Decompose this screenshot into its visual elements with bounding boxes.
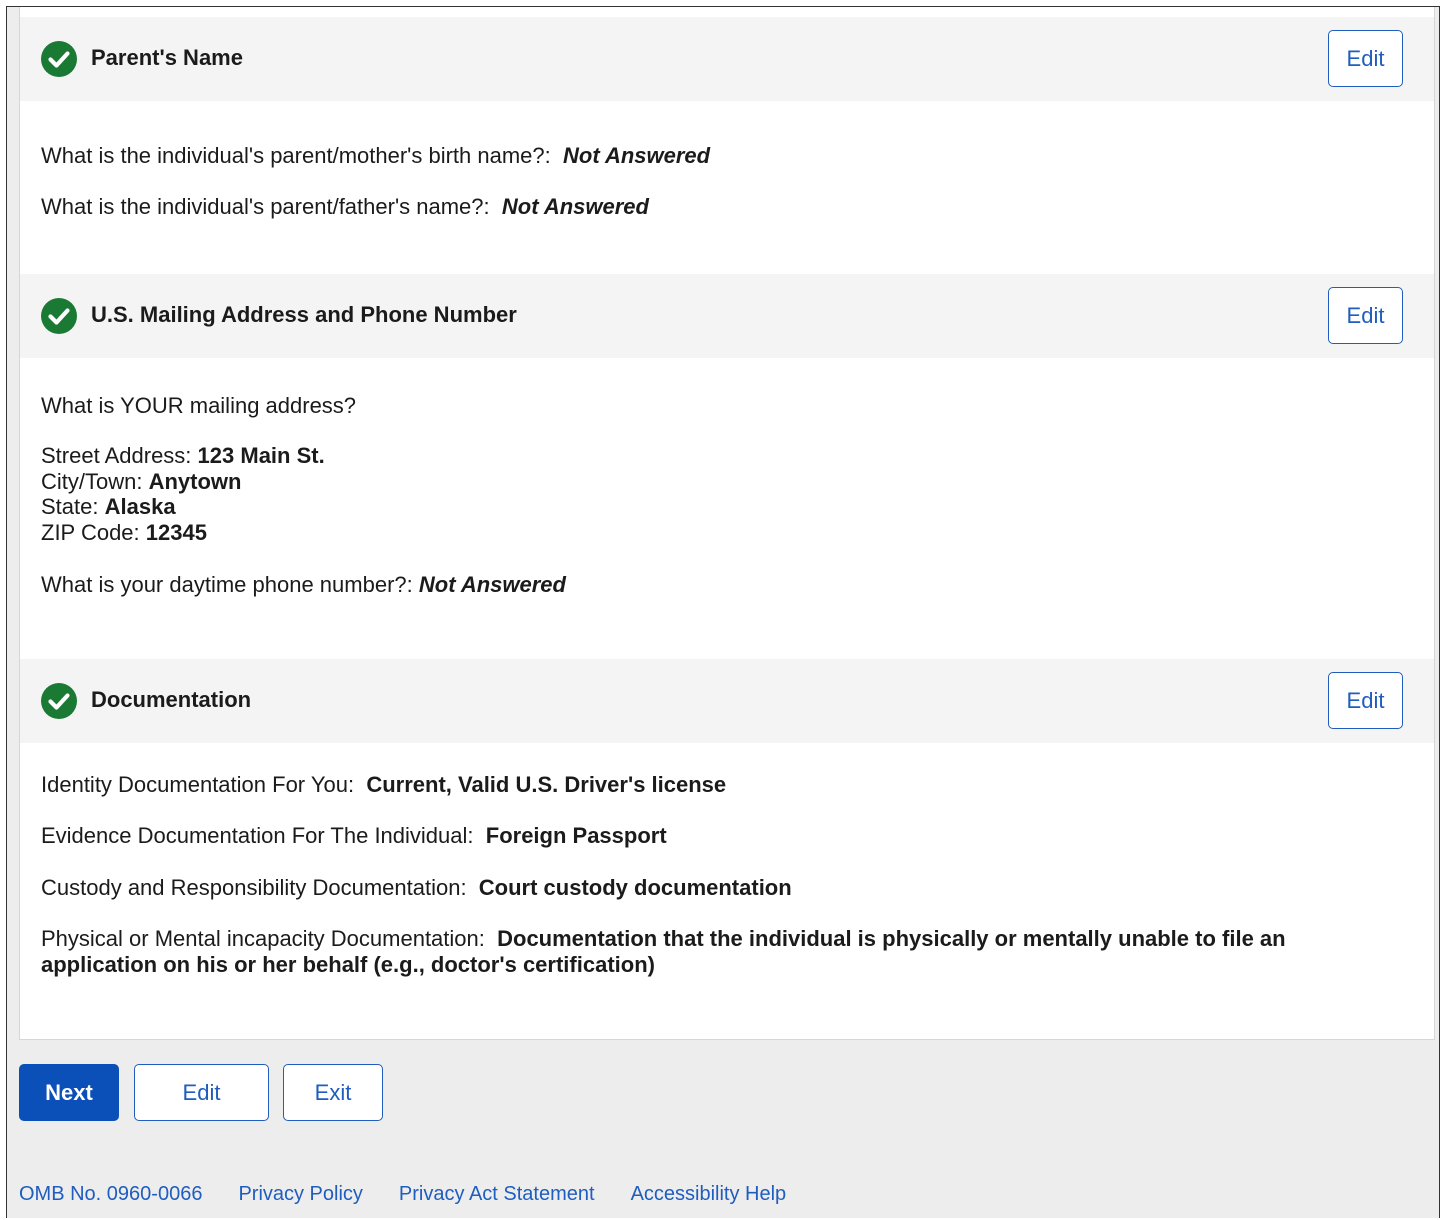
privacy-act-statement-link[interactable]: Privacy Act Statement: [399, 1183, 595, 1205]
city-line: City/Town: Anytown: [41, 469, 325, 495]
row-label: What is your daytime phone number?:: [41, 572, 413, 597]
evidence-documentation-row: Evidence Documentation For The Individua…: [41, 823, 667, 849]
row-value: Not Answered: [563, 143, 711, 168]
check-circle-icon: [41, 298, 77, 334]
next-button[interactable]: Next: [19, 1064, 119, 1121]
review-page: Parent's Name Edit What is the individua…: [6, 6, 1440, 1218]
omb-number-link[interactable]: OMB No. 0960-0066: [19, 1183, 202, 1205]
mother-birth-name-row: What is the individual's parent/mother's…: [41, 143, 710, 169]
row-value: Foreign Passport: [485, 823, 667, 848]
row-label: Evidence Documentation For The Individua…: [41, 823, 474, 848]
row-label: Street Address:: [41, 443, 192, 468]
edit-button[interactable]: Edit: [134, 1064, 269, 1121]
row-label: State:: [41, 494, 99, 519]
address-block: Street Address: 123 Main St. City/Town: …: [41, 443, 325, 545]
check-circle-icon: [41, 41, 77, 77]
custody-documentation-row: Custody and Responsibility Documentation…: [41, 875, 792, 901]
row-label: Physical or Mental incapacity Documentat…: [41, 926, 485, 951]
row-label: Custody and Responsibility Documentation…: [41, 875, 467, 900]
row-value: Court custody documentation: [478, 875, 792, 900]
section-title: U.S. Mailing Address and Phone Number: [91, 302, 517, 327]
identity-documentation-row: Identity Documentation For You: Current,…: [41, 772, 726, 798]
incapacity-documentation-row: Physical or Mental incapacity Documentat…: [41, 926, 1361, 978]
accessibility-help-link[interactable]: Accessibility Help: [631, 1183, 787, 1205]
edit-mailing-address-button[interactable]: Edit: [1328, 287, 1403, 344]
row-value: Not Answered: [501, 194, 649, 219]
street-address-line: Street Address: 123 Main St.: [41, 443, 325, 469]
daytime-phone-row: What is your daytime phone number?: Not …: [41, 572, 566, 598]
row-label: Identity Documentation For You:: [41, 772, 355, 797]
row-value: 12345: [145, 519, 207, 545]
row-label: ZIP Code:: [41, 519, 140, 545]
edit-parents-name-button[interactable]: Edit: [1328, 30, 1403, 87]
row-label: What is the individual's parent/mother's…: [41, 143, 551, 168]
zip-line: ZIP Code: 12345: [41, 520, 325, 546]
row-value: 123 Main St.: [197, 443, 325, 468]
section-header-documentation: Documentation Edit: [20, 659, 1434, 743]
edit-documentation-button[interactable]: Edit: [1328, 672, 1403, 729]
father-name-row: What is the individual's parent/father's…: [41, 194, 649, 220]
privacy-policy-link[interactable]: Privacy Policy: [238, 1183, 362, 1205]
row-value: Not Answered: [418, 572, 566, 597]
row-value: Anytown: [148, 468, 242, 494]
row-label: City/Town:: [41, 468, 143, 494]
exit-button[interactable]: Exit: [283, 1064, 383, 1121]
question-text: What is YOUR mailing address?: [41, 393, 357, 418]
footer: OMB No. 0960-0066 Privacy Policy Privacy A…: [19, 1183, 822, 1206]
section-title: Parent's Name: [91, 45, 243, 70]
row-value: Current, Valid U.S. Driver's license: [366, 772, 727, 797]
section-header-parents-name: Parent's Name Edit: [20, 17, 1434, 101]
section-title: Documentation: [91, 687, 252, 712]
mailing-address-question: What is YOUR mailing address?: [41, 393, 356, 419]
row-value: Alaska: [104, 494, 176, 519]
section-header-mailing-address: U.S. Mailing Address and Phone Number Ed…: [20, 274, 1434, 358]
row-label: What is the individual's parent/father's…: [41, 194, 490, 219]
state-line: State: Alaska: [41, 494, 325, 520]
check-circle-icon: [41, 683, 77, 719]
review-panel: Parent's Name Edit What is the individua…: [19, 7, 1435, 1040]
